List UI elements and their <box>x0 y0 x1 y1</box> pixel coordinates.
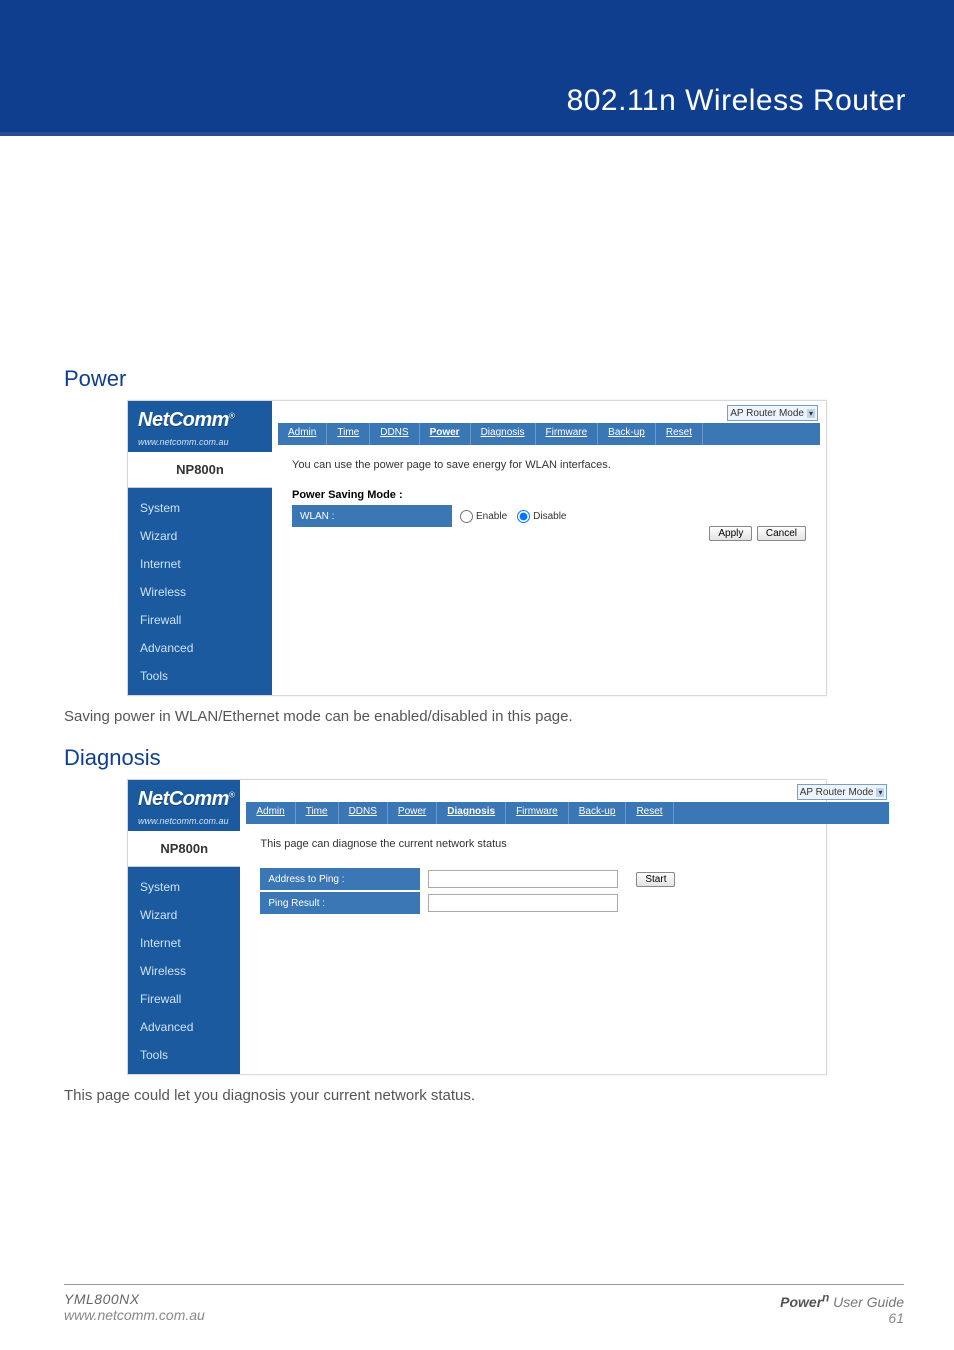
brand-text-2: NetComm <box>138 788 229 810</box>
radio-enable-label: Enable <box>476 511 507 522</box>
address-to-ping-value: Start <box>420 868 675 890</box>
chevron-down-icon: ▾ <box>807 409 815 418</box>
brand-suffix: ® <box>229 411 234 420</box>
tab-diagnosis-2[interactable]: Diagnosis <box>437 802 506 824</box>
tab-ddns[interactable]: DDNS <box>370 423 419 445</box>
tab-time[interactable]: Time <box>327 423 370 445</box>
tab-admin-2[interactable]: Admin <box>246 802 295 824</box>
router-nav-2: System Wizard Internet Wireless Firewall… <box>128 867 240 1069</box>
brand-url: www.netcomm.com.au <box>138 437 229 447</box>
mode-selector[interactable]: AP Router Mode ▾ <box>727 405 818 421</box>
sidebar-item-firewall-2[interactable]: Firewall <box>128 985 240 1013</box>
radio-disable-input[interactable] <box>517 510 530 523</box>
footer-url: www.netcomm.com.au <box>64 1307 205 1323</box>
radio-enable-input[interactable] <box>460 510 473 523</box>
router-main-2: AP Router Mode ▾ Admin Time DDNS Power D… <box>240 780 895 1074</box>
mode-selector-row: AP Router Mode ▾ <box>272 401 826 423</box>
router-main: AP Router Mode ▾ Admin Time DDNS Power D… <box>272 401 826 695</box>
sidebar-item-firewall[interactable]: Firewall <box>128 606 272 634</box>
cancel-button[interactable]: Cancel <box>757 526 806 541</box>
mode-selector-value-2: AP Router Mode <box>800 787 874 798</box>
router-model-2: NP800n <box>128 831 240 867</box>
sidebar-item-internet[interactable]: Internet <box>128 550 272 578</box>
section-heading-diagnosis: Diagnosis <box>64 745 890 771</box>
brand-text: NetComm <box>138 409 229 431</box>
router-body-diagnosis: This page can diagnose the current netwo… <box>240 824 895 928</box>
tab-backup[interactable]: Back-up <box>598 423 656 445</box>
tab-reset[interactable]: Reset <box>656 423 703 445</box>
router-screenshot-diagnosis: NetComm® www.netcomm.com.au NP800n Syste… <box>127 779 827 1075</box>
ping-result-value <box>420 892 675 914</box>
sidebar-item-advanced-2[interactable]: Advanced <box>128 1013 240 1041</box>
router-sidebar: NetComm® www.netcomm.com.au NP800n Syste… <box>128 401 272 695</box>
footer-page-number: 61 <box>780 1310 904 1326</box>
tab-power[interactable]: Power <box>420 423 471 445</box>
address-to-ping-input[interactable] <box>428 870 618 888</box>
start-button[interactable]: Start <box>636 872 675 887</box>
apply-button[interactable]: Apply <box>709 526 752 541</box>
footer-label: User Guide <box>829 1294 904 1310</box>
power-buttons: Apply Cancel <box>709 523 806 541</box>
sidebar-item-wireless-2[interactable]: Wireless <box>128 957 240 985</box>
address-to-ping-row: Address to Ping : Start <box>260 868 675 890</box>
tab-firmware[interactable]: Firmware <box>536 423 599 445</box>
tab-firmware-2[interactable]: Firmware <box>506 802 569 824</box>
sidebar-item-system-2[interactable]: System <box>128 873 240 901</box>
wlan-row: WLAN : Enable Disable <box>292 505 576 527</box>
sidebar-item-tools-2[interactable]: Tools <box>128 1041 240 1069</box>
sidebar-item-advanced[interactable]: Advanced <box>128 634 272 662</box>
tab-time-2[interactable]: Time <box>296 802 339 824</box>
router-model: NP800n <box>128 452 272 488</box>
mode-selector-value: AP Router Mode <box>730 408 804 419</box>
brand-url-2: www.netcomm.com.au <box>138 816 229 826</box>
tab-ddns-2[interactable]: DDNS <box>339 802 388 824</box>
sidebar-item-wizard-2[interactable]: Wizard <box>128 901 240 929</box>
doc-title: 802.11n Wireless Router <box>567 84 906 118</box>
brand-suffix-2: ® <box>229 790 234 799</box>
chevron-down-icon-2: ▾ <box>876 788 884 797</box>
router-tabs-2: Admin Time DDNS Power Diagnosis Firmware… <box>246 802 889 824</box>
tab-reset-2[interactable]: Reset <box>626 802 673 824</box>
router-screenshot-power: NetComm® www.netcomm.com.au NP800n Syste… <box>127 400 827 696</box>
footer-model: YML800NX <box>64 1291 205 1307</box>
diagnosis-description: This page can diagnose the current netwo… <box>260 838 875 850</box>
power-description: You can use the power page to save energ… <box>292 459 806 471</box>
tab-power-2[interactable]: Power <box>388 802 437 824</box>
radio-disable-label: Disable <box>533 511 566 522</box>
wlan-row-label: WLAN : <box>292 511 452 522</box>
router-logo: NetComm® www.netcomm.com.au <box>128 401 272 452</box>
power-saving-mode-label: Power Saving Mode : <box>292 489 806 501</box>
ping-result-output <box>428 894 618 912</box>
radio-enable[interactable]: Enable <box>460 510 507 523</box>
router-logo-2: NetComm® www.netcomm.com.au <box>128 780 240 831</box>
wlan-row-value: Enable Disable <box>452 505 576 527</box>
section-heading-power: Power <box>64 366 890 392</box>
diagnosis-caption: This page could let you diagnosis your c… <box>64 1087 890 1104</box>
sidebar-item-tools[interactable]: Tools <box>128 662 272 690</box>
tab-diagnosis[interactable]: Diagnosis <box>471 423 536 445</box>
sidebar-item-wireless[interactable]: Wireless <box>128 578 272 606</box>
sidebar-item-wizard[interactable]: Wizard <box>128 522 272 550</box>
footer-left: YML800NX www.netcomm.com.au <box>64 1291 205 1326</box>
sidebar-item-internet-2[interactable]: Internet <box>128 929 240 957</box>
router-sidebar-2: NetComm® www.netcomm.com.au NP800n Syste… <box>128 780 240 1074</box>
ping-result-label: Ping Result : <box>260 898 420 909</box>
router-tabs: Admin Time DDNS Power Diagnosis Firmware… <box>278 423 820 445</box>
header-divider <box>0 132 954 136</box>
ping-result-row: Ping Result : <box>260 892 675 914</box>
sidebar-item-system[interactable]: System <box>128 494 272 522</box>
mode-selector-row-2: AP Router Mode ▾ <box>240 780 895 802</box>
footer-right: Powern User Guide 61 <box>780 1291 904 1326</box>
power-caption: Saving power in WLAN/Ethernet mode can b… <box>64 708 890 725</box>
address-to-ping-label: Address to Ping : <box>260 874 420 885</box>
router-nav: System Wizard Internet Wireless Firewall… <box>128 488 272 690</box>
radio-disable[interactable]: Disable <box>517 510 566 523</box>
tab-backup-2[interactable]: Back-up <box>569 802 627 824</box>
footer-product: Power <box>780 1294 822 1310</box>
doc-header: 802.11n Wireless Router <box>0 0 954 132</box>
mode-selector-2[interactable]: AP Router Mode ▾ <box>797 784 888 800</box>
tab-admin[interactable]: Admin <box>278 423 327 445</box>
doc-footer: YML800NX www.netcomm.com.au Powern User … <box>64 1284 904 1326</box>
